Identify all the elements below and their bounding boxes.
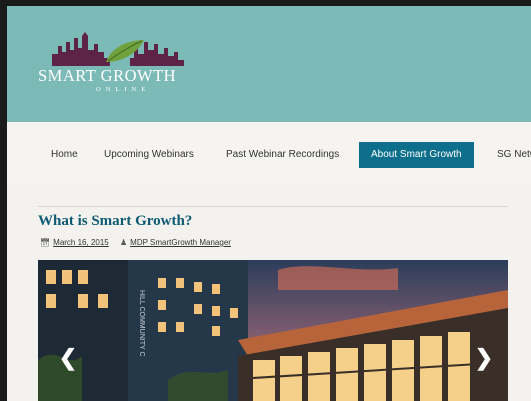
post-author-link[interactable]: MDP SmartGrowth Manager [130,238,231,247]
post-title[interactable]: What is Smart Growth? [38,213,192,230]
main-navigation: Home Upcoming Webinars Past Webinar Reco… [7,122,531,184]
logo-subtitle: ONLINE [96,86,151,93]
building-sign-text: HILL COMMUNITY C [138,290,145,357]
skyline-icon [52,32,184,66]
nav-upcoming-webinars[interactable]: Upcoming Webinars [104,142,194,168]
logo-title: SMART GROWTH [38,66,177,85]
post-date-link[interactable]: March 16, 2015 [53,238,109,247]
calendar-icon: 📅︎ [40,238,51,247]
chevron-right-icon[interactable]: ❯ [474,347,494,369]
content-divider [38,206,508,207]
site-header: SMART GROWTH ONLINE [7,6,531,122]
site-logo[interactable]: SMART GROWTH ONLINE [38,32,198,102]
browser-viewport: SMART GROWTH ONLINE Home Upcoming Webina… [7,6,531,401]
nav-about-smart-growth[interactable]: About Smart Growth [359,142,474,168]
slide-image-building: HILL COMMUNITY C [38,260,508,401]
chevron-left-icon[interactable]: ❮ [58,347,78,369]
image-slider: HILL COMMUNITY C ❮ ❯ [38,260,508,401]
nav-home[interactable]: Home [51,142,78,168]
post-meta: 📅︎ March 16, 2015 ♟ MDP SmartGrowth Manage… [40,238,231,247]
nav-past-webinar-recordings[interactable]: Past Webinar Recordings [226,142,339,168]
nav-sg-network[interactable]: SG Netw [497,142,531,168]
user-icon: ♟ [119,238,128,247]
